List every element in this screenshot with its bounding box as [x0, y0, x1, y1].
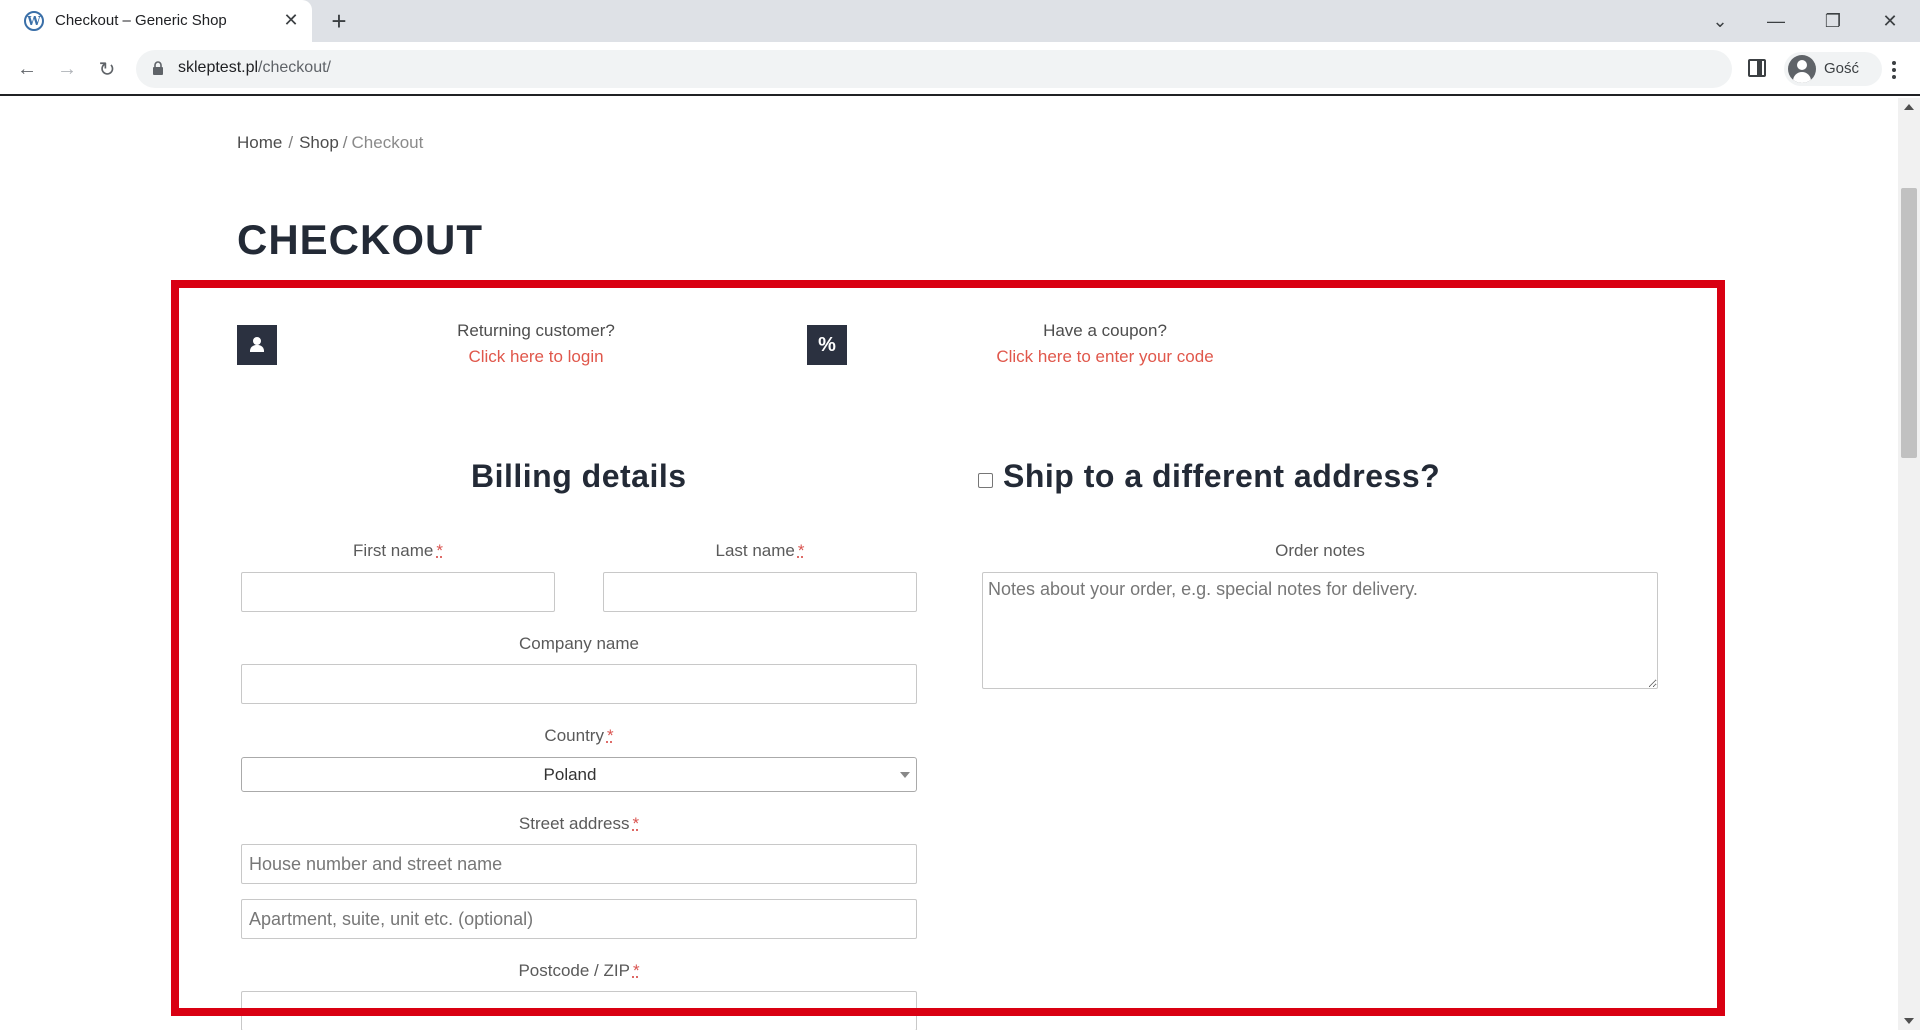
back-icon[interactable]: ← — [12, 54, 42, 84]
required-mark: * — [798, 541, 805, 560]
first-name-label: First name * — [241, 541, 555, 561]
avatar-icon — [1788, 55, 1816, 83]
address-bar[interactable]: skleptest.pl/checkout/ — [136, 50, 1732, 88]
required-mark: * — [633, 961, 640, 980]
scrollbar-thumb[interactable] — [1901, 188, 1917, 458]
breadcrumb-shop[interactable]: Shop — [299, 133, 339, 152]
url-text: skleptest.pl/checkout/ — [178, 59, 331, 77]
last-name-field[interactable] — [603, 572, 917, 612]
required-mark: * — [436, 541, 443, 560]
breadcrumb-separator: / — [288, 133, 293, 152]
login-link[interactable]: Click here to login — [400, 344, 672, 370]
url-domain: skleptest.pl — [178, 59, 258, 76]
reload-icon[interactable]: ↻ — [92, 54, 122, 84]
coupon-link[interactable]: Click here to enter your code — [955, 344, 1255, 370]
postcode-label: Postcode / ZIP * — [241, 961, 917, 981]
billing-heading: Billing details — [471, 458, 687, 495]
country-value: Poland — [242, 765, 898, 785]
page-scrollbar[interactable] — [1898, 98, 1920, 1030]
street-address-line1-field[interactable] — [241, 844, 917, 884]
first-name-field[interactable] — [241, 572, 555, 612]
country-label: Country * — [241, 726, 917, 746]
required-mark: * — [632, 814, 639, 833]
returning-customer-text: Returning customer? — [457, 321, 615, 340]
page-title: CHECKOUT — [237, 216, 483, 264]
percent-icon: % — [807, 325, 847, 365]
forward-icon[interactable]: → — [52, 54, 82, 84]
scroll-up-icon[interactable] — [1904, 104, 1914, 110]
dropdown-arrow-icon — [900, 772, 910, 778]
browser-menu-icon[interactable] — [1884, 56, 1904, 84]
last-name-label: Last name * — [603, 541, 917, 561]
breadcrumb: Home / Shop / Checkout — [237, 133, 423, 153]
lock-icon — [152, 61, 164, 75]
ship-different-address-checkbox[interactable] — [978, 473, 993, 488]
tab-search-chevron-icon[interactable]: ⌄ — [1700, 6, 1740, 36]
required-mark: * — [607, 726, 614, 745]
company-name-field[interactable] — [241, 664, 917, 704]
profile-button[interactable]: Gość — [1784, 52, 1882, 86]
breadcrumb-separator: / — [343, 133, 348, 152]
side-panel-icon[interactable] — [1748, 59, 1766, 77]
order-notes-label: Order notes — [982, 541, 1658, 561]
wordpress-icon: W — [24, 11, 44, 31]
tab-title: Checkout – Generic Shop — [55, 12, 227, 29]
company-name-label: Company name — [241, 634, 917, 654]
street-address-line2-field[interactable] — [241, 899, 917, 939]
returning-customer-notice: Returning customer? Click here to login — [400, 318, 672, 370]
user-icon — [237, 325, 277, 365]
new-tab-icon[interactable]: + — [325, 7, 353, 35]
coupon-question-text: Have a coupon? — [1043, 321, 1167, 340]
breadcrumb-home[interactable]: Home — [237, 133, 282, 152]
country-select[interactable]: Poland — [241, 757, 917, 792]
breadcrumb-current: Checkout — [352, 133, 424, 152]
profile-name: Gość — [1824, 60, 1859, 77]
browser-tab[interactable]: W Checkout – Generic Shop ✕ — [0, 0, 312, 42]
order-notes-field[interactable] — [982, 572, 1658, 689]
restore-icon[interactable]: ❐ — [1813, 6, 1853, 36]
scroll-down-icon[interactable] — [1904, 1018, 1914, 1024]
ship-different-address-heading[interactable]: Ship to a different address? — [1003, 458, 1440, 495]
postcode-field[interactable] — [241, 991, 917, 1030]
coupon-notice: Have a coupon? Click here to enter your … — [955, 318, 1255, 370]
browser-toolbar: ← → ↻ skleptest.pl/checkout/ Gość — [0, 42, 1920, 96]
close-tab-icon[interactable]: ✕ — [280, 9, 302, 31]
minimize-icon[interactable]: — — [1756, 6, 1796, 36]
browser-tab-bar: W Checkout – Generic Shop ✕ + ⌄ — ❐ ✕ — [0, 0, 1920, 42]
url-path: /checkout/ — [258, 59, 331, 76]
close-window-icon[interactable]: ✕ — [1870, 6, 1910, 36]
street-address-label: Street address * — [241, 814, 917, 834]
